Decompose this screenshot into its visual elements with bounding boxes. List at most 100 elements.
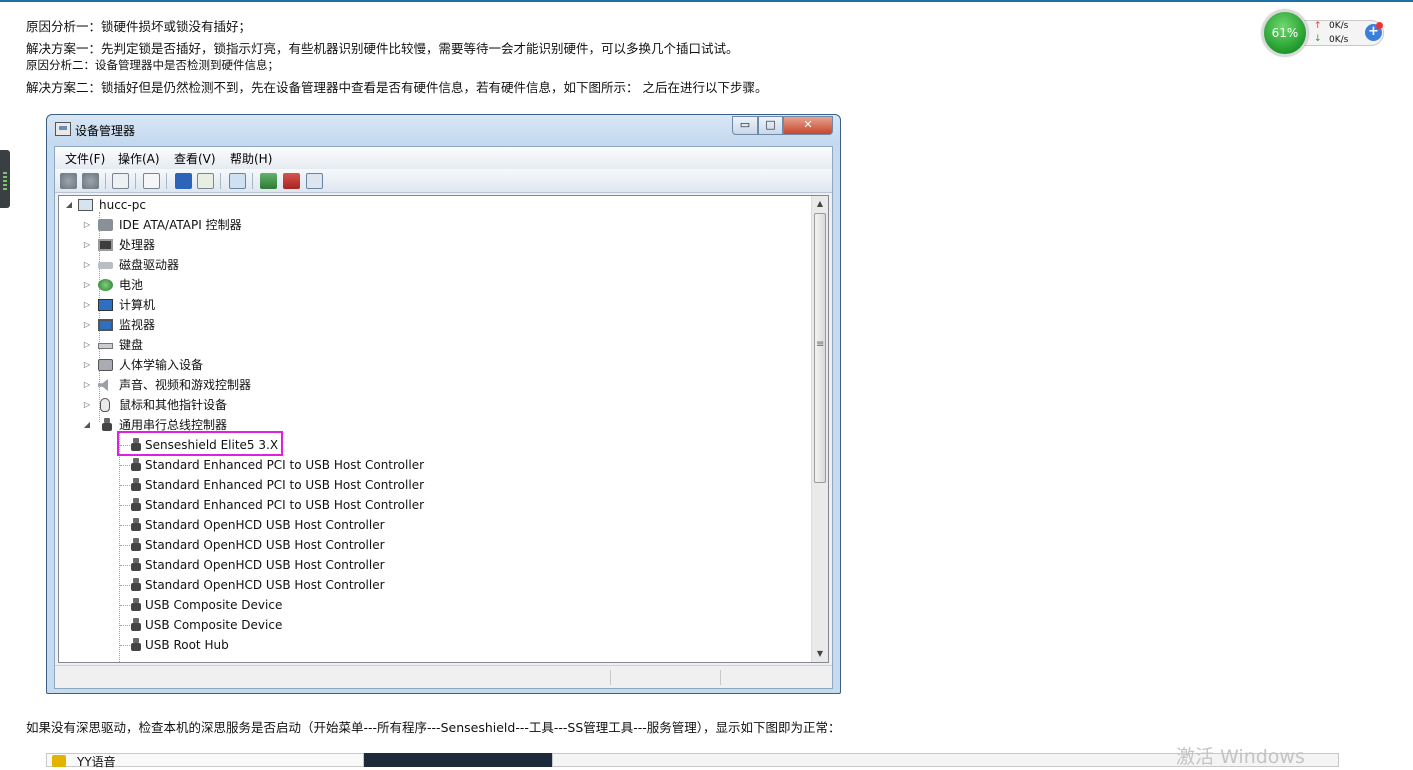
network-speed-widget[interactable]: 61% ↑ ↓ 0K/s 0K/s +	[1262, 10, 1388, 56]
usb-icon	[129, 618, 141, 632]
update-driver-icon[interactable]	[260, 173, 277, 189]
menu-help[interactable]: 帮助(H)	[230, 150, 272, 167]
usb-device-label: USB Composite Device	[145, 618, 283, 632]
usb-icon	[129, 538, 141, 552]
ide-controller-icon	[98, 219, 113, 231]
toolbar-separator	[135, 173, 136, 189]
help-icon[interactable]	[175, 173, 192, 189]
usb-device-label: Standard OpenHCD USB Host Controller	[145, 518, 385, 532]
tree-category-label: 处理器	[119, 238, 156, 252]
preview-panel-dark	[364, 753, 552, 767]
yy-app-label: YY语音	[77, 755, 116, 769]
tree-root-label: hucc-pc	[99, 198, 146, 212]
scroll-up-icon[interactable]: ▲	[812, 196, 828, 212]
expand-icon[interactable]: ▷	[82, 316, 92, 334]
expand-icon[interactable]: ▷	[82, 356, 92, 374]
close-button[interactable]: ✕	[783, 116, 833, 135]
tree-guide-line	[119, 432, 120, 662]
expand-icon[interactable]: ▷	[82, 276, 92, 294]
maximize-button[interactable]: □	[758, 116, 783, 135]
usb-device-label: USB Root Hub	[145, 638, 229, 652]
expand-icon[interactable]: ▷	[82, 396, 92, 414]
usb-device-label: Standard OpenHCD USB Host Controller	[145, 578, 385, 592]
vertical-scrollbar[interactable]: ▲ ▼	[811, 196, 828, 662]
status-divider	[720, 670, 721, 685]
highlight-box	[117, 431, 283, 456]
menu-file[interactable]: 文件(F)	[65, 150, 105, 167]
menu-bar: 文件(F) 操作(A) 查看(V) 帮助(H)	[55, 147, 832, 169]
show-hide-tree-icon[interactable]	[112, 173, 129, 189]
uninstall-icon[interactable]	[283, 173, 300, 189]
mouse-icon	[100, 398, 110, 412]
window-title: 设备管理器	[75, 124, 136, 138]
tree-category-label: 声音、视频和游戏控制器	[119, 378, 252, 392]
usb-icon	[129, 578, 141, 592]
expand-icon[interactable]: ▷	[82, 336, 92, 354]
tree-category-label: 键盘	[119, 338, 144, 352]
collapse-icon[interactable]: ◢	[64, 196, 74, 214]
minimize-button[interactable]: ▭	[732, 116, 758, 135]
toolbar-separator	[220, 173, 221, 189]
next-screenshot-preview: YY语音	[46, 753, 1339, 769]
window-client-area: 文件(F) 操作(A) 查看(V) 帮助(H) ◢ hucc-pc ▷ IDE …	[54, 146, 833, 689]
toolbar-separator	[166, 173, 167, 189]
activate-windows-watermark: 激活 Windows	[1176, 746, 1305, 768]
menu-action[interactable]: 操作(A)	[118, 150, 160, 167]
preview-panel-left: YY语音	[46, 753, 364, 769]
device-manager-icon	[55, 122, 71, 136]
processor-icon	[98, 239, 113, 251]
tree-category-label: 监视器	[119, 318, 156, 332]
status-bar	[55, 665, 832, 688]
memory-percent-ball[interactable]: 61%	[1262, 10, 1308, 56]
status-divider	[610, 670, 611, 685]
forward-icon[interactable]	[82, 173, 99, 189]
device-manager-window: 设备管理器 ▭ □ ✕ 文件(F) 操作(A) 查看(V) 帮助(H) ◢ hu…	[46, 114, 841, 694]
usb-icon	[129, 518, 141, 532]
toolbar-separator	[105, 173, 106, 189]
usb-device-label: Standard OpenHCD USB Host Controller	[145, 558, 385, 572]
upload-arrow-icon: ↑	[1314, 21, 1322, 31]
left-edge-tab[interactable]	[0, 150, 10, 208]
scan-hardware-icon[interactable]	[229, 173, 246, 189]
usb-device-label: USB Composite Device	[145, 598, 283, 612]
properties-icon[interactable]	[143, 173, 160, 189]
tree-category-label: IDE ATA/ATAPI 控制器	[119, 218, 242, 232]
expand-icon[interactable]: ▷	[82, 256, 92, 274]
usb-icon	[129, 598, 141, 612]
expand-icon[interactable]: ▷	[82, 216, 92, 234]
article-line-5: 如果没有深思驱动，检查本机的深思服务是否启动（开始菜单---所有程序---Sen…	[26, 720, 841, 735]
collapse-icon[interactable]: ◢	[82, 416, 92, 434]
hid-icon	[98, 359, 113, 371]
download-rate: 0K/s	[1329, 35, 1349, 45]
tree-category-label: 鼠标和其他指针设备	[119, 398, 228, 412]
computer-category-icon	[98, 299, 113, 311]
scroll-thumb[interactable]	[814, 213, 826, 483]
expand-icon[interactable]: ▷	[82, 296, 92, 314]
disable-device-icon[interactable]	[306, 173, 323, 189]
usb-icon	[129, 478, 141, 492]
usb-icon	[129, 458, 141, 472]
disk-drive-icon	[98, 262, 113, 269]
menu-view[interactable]: 查看(V)	[174, 150, 216, 167]
article-line-4: 解决方案二：锁插好但是仍然检测不到，先在设备管理器中查看是否有硬件信息，若有硬件…	[26, 80, 768, 95]
device-tree: ◢ hucc-pc ▷ IDE ATA/ATAPI 控制器 ▷ 处理器 ▷ 磁盘…	[58, 195, 829, 663]
scroll-down-icon[interactable]: ▼	[812, 646, 828, 662]
usb-device-label: Standard Enhanced PCI to USB Host Contro…	[145, 478, 425, 492]
monitor-icon	[98, 319, 113, 331]
expand-icon[interactable]: ▷	[82, 236, 92, 254]
download-arrow-icon: ↓	[1314, 34, 1322, 44]
top-border-line	[0, 0, 1413, 2]
tree-category-label: 人体学输入设备	[119, 358, 204, 372]
tree-category-label: 磁盘驱动器	[119, 258, 180, 272]
expand-icon[interactable]: ▷	[82, 376, 92, 394]
back-icon[interactable]	[60, 173, 77, 189]
window-titlebar[interactable]: 设备管理器 ▭ □ ✕	[47, 115, 840, 145]
article-line-3: 原因分析二：设备管理器中是否检测到硬件信息；	[26, 58, 279, 72]
usb-device-label: Standard Enhanced PCI to USB Host Contro…	[145, 458, 425, 472]
tree-category-label: 电池	[119, 278, 144, 292]
usb-device-label: Standard Enhanced PCI to USB Host Contro…	[145, 498, 425, 512]
battery-icon	[98, 279, 113, 291]
toolbar-separator	[252, 173, 253, 189]
computer-icon	[78, 199, 93, 211]
view-icon[interactable]	[197, 173, 214, 189]
